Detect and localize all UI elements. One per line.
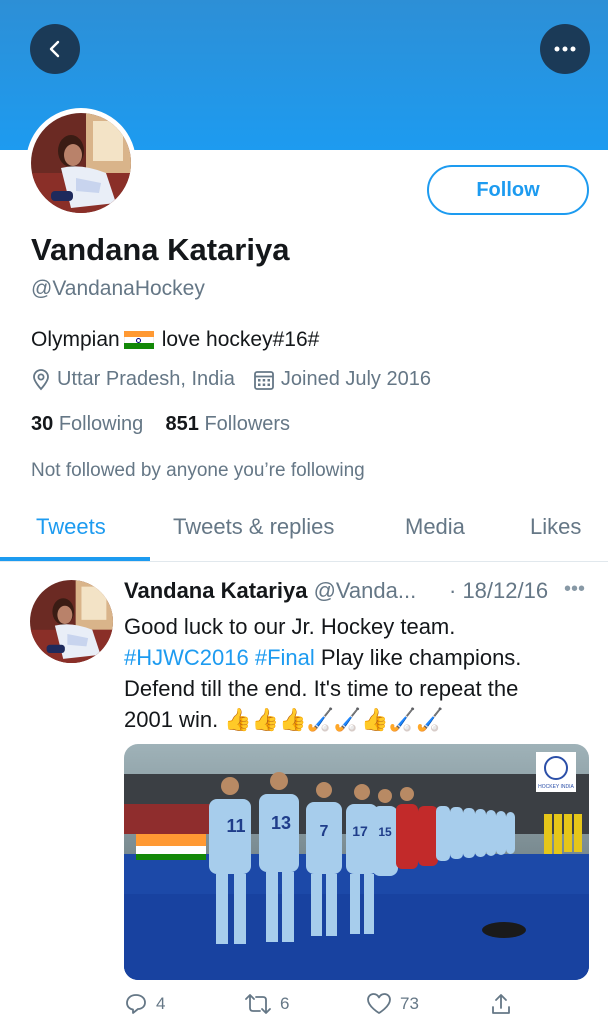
reply-button[interactable]: 4 xyxy=(124,992,165,1016)
svg-text:7: 7 xyxy=(320,823,329,840)
hashtag-hjwc2016[interactable]: #HJWC2016 xyxy=(124,645,249,670)
share-button[interactable] xyxy=(489,992,521,1016)
reply-icon xyxy=(126,994,146,1014)
profile-location: Uttar Pradesh, India xyxy=(57,368,235,390)
following-link[interactable]: 30 Following xyxy=(31,413,143,435)
svg-text:15: 15 xyxy=(378,825,392,839)
tweet-text: Good luck to our Jr. Hockey team. #HJWC2… xyxy=(124,611,594,735)
tweet-author-handle[interactable]: @Vanda... xyxy=(314,578,417,603)
tweet-emojis: 👍👍👍🏑🏑👍🏑🏑 xyxy=(224,707,444,732)
more-button[interactable] xyxy=(540,24,590,74)
retweet-count: 6 xyxy=(280,994,290,1013)
tweet-header: Vandana Katariya @Vanda... · 18/12/16 ••… xyxy=(124,578,594,604)
reply-count: 4 xyxy=(156,994,166,1013)
hashtag-final[interactable]: #Final xyxy=(255,645,315,670)
bio-text-end: love hockey#16# xyxy=(161,328,320,351)
tab-media[interactable]: Media xyxy=(405,514,465,540)
tweet-actions: 4 6 73 xyxy=(124,992,594,1020)
team-lineup-photo: HOCKEY INDIA 11 13 7 17 15 xyxy=(124,744,589,980)
tweet-avatar[interactable] xyxy=(30,580,113,663)
calendar-icon xyxy=(253,370,274,390)
svg-text:13: 13 xyxy=(271,813,291,833)
hockey-india-logo-text: HOCKEY INDIA xyxy=(538,784,574,790)
profile-handle: @VandanaHockey xyxy=(31,277,205,300)
not-followed-notice: Not followed by anyone you’re following xyxy=(31,460,365,481)
followers-link[interactable]: 851 Followers xyxy=(166,413,291,435)
heart-icon xyxy=(367,993,391,1014)
tweet-line-2-rest: Play like champions. xyxy=(314,645,522,670)
active-tab-indicator xyxy=(0,557,150,561)
tweet-author-name[interactable]: Vandana Katariya xyxy=(124,578,307,603)
like-count: 73 xyxy=(400,994,419,1013)
svg-text:11: 11 xyxy=(226,816,245,836)
location-pin-icon xyxy=(33,368,49,390)
profile-counts: 30 Following 851 Followers xyxy=(31,413,290,436)
followers-label: Followers xyxy=(204,413,291,435)
tweet-more-icon[interactable]: ••• xyxy=(564,578,585,601)
like-button[interactable]: 73 xyxy=(366,992,419,1016)
following-label: Following xyxy=(58,413,144,435)
tweet-line-4-text: 2001 win. xyxy=(124,707,219,732)
tweet-line-4: 2001 win. 👍👍👍🏑🏑👍🏑🏑 xyxy=(124,704,594,735)
retweet-icon xyxy=(245,994,271,1014)
tweet-line-1: Good luck to our Jr. Hockey team. xyxy=(124,614,456,639)
tab-tweets-replies[interactable]: Tweets & replies xyxy=(173,514,334,540)
tweet-date[interactable]: · 18/12/16 xyxy=(449,578,548,604)
profile-joined: Joined July 2016 xyxy=(280,368,431,390)
profile-avatar[interactable] xyxy=(26,108,136,218)
india-flag-icon xyxy=(123,331,154,349)
profile-meta: Uttar Pradesh, India Joined July 2016 xyxy=(31,368,431,391)
more-horizontal-icon xyxy=(554,46,576,52)
share-icon xyxy=(492,994,510,1014)
svg-text:17: 17 xyxy=(352,823,368,839)
profile-name: Vandana Katariya xyxy=(31,232,290,267)
tab-tweets[interactable]: Tweets xyxy=(36,514,106,540)
tab-likes[interactable]: Likes xyxy=(530,514,581,540)
tweet-image[interactable]: HOCKEY INDIA 11 13 7 17 15 xyxy=(124,744,589,980)
chevron-left-icon xyxy=(49,40,60,58)
follow-button[interactable]: Follow xyxy=(427,165,589,215)
following-count: 30 xyxy=(31,413,54,435)
retweet-button[interactable]: 6 xyxy=(244,992,289,1016)
bio-text-start: Olympian xyxy=(31,328,120,351)
profile-tabs: Tweets Tweets & replies Media Likes xyxy=(0,500,608,562)
avatar-photo xyxy=(30,580,113,663)
tweet-line-3: Defend till the end. It's time to repeat… xyxy=(124,676,519,701)
back-button[interactable] xyxy=(30,24,80,74)
tweet-line-2: #HJWC2016 #Final Play like champions. xyxy=(124,642,594,673)
avatar-photo xyxy=(31,113,131,213)
followers-count: 851 xyxy=(165,413,199,435)
profile-bio: Olympian love hockey#16# xyxy=(31,328,319,352)
